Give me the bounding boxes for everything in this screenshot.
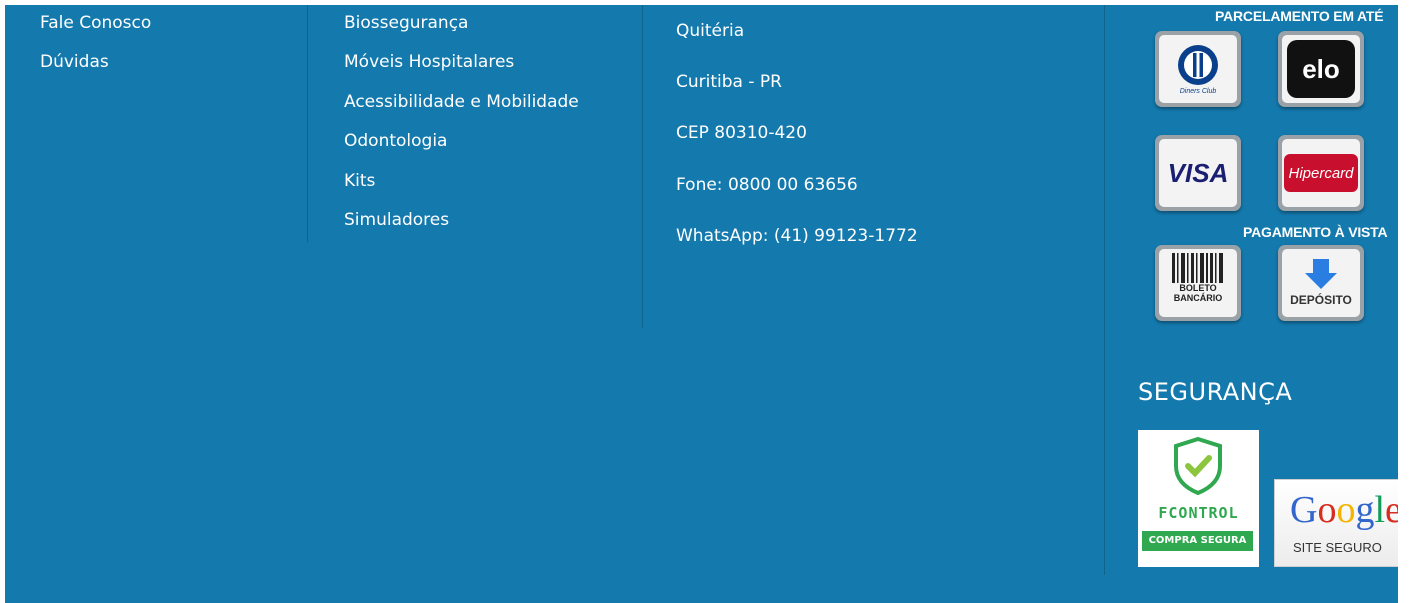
installments-label: PARCELAMENTO EM ATÉ	[1215, 8, 1384, 24]
contact-whatsapp: WhatsApp: (41) 99123-1772	[676, 226, 918, 246]
site-footer: Fale Conosco Dúvidas Biossegurança Móvei…	[5, 5, 1398, 603]
diners-club-icon	[1178, 44, 1218, 85]
address-cep: CEP 80310-420	[676, 123, 807, 143]
footer-link-fale-conosco[interactable]: Fale Conosco	[40, 13, 151, 33]
elo-label: elo	[1302, 53, 1340, 84]
cash-payment-label: PAGAMENTO À VISTA	[1243, 224, 1388, 240]
barcode-icon	[1172, 253, 1223, 283]
address-city: Curitiba - PR	[676, 72, 782, 92]
boleto-label: BOLETO	[1179, 283, 1217, 293]
google-brand: Google	[1290, 489, 1398, 531]
google-sub: SITE SEGURO	[1293, 540, 1382, 555]
elo-card: elo	[1278, 31, 1364, 107]
security-title: SEGURANÇA	[1138, 378, 1293, 406]
footer-link-moveis-hospitalares[interactable]: Móveis Hospitalares	[344, 52, 514, 72]
hipercard-label: Hipercard	[1288, 164, 1354, 182]
contact-phone: Fone: 0800 00 63656	[676, 175, 858, 195]
deposito-label: DEPÓSITO	[1290, 293, 1352, 307]
column-divider	[307, 5, 308, 242]
bancario-label: BANCÁRIO	[1173, 293, 1223, 303]
fcontrol-seal[interactable]: FCONTROL COMPRA SEGURA	[1138, 430, 1259, 567]
google-logo: Google	[1290, 488, 1398, 532]
column-divider	[1104, 5, 1105, 575]
footer-link-kits[interactable]: Kits	[344, 171, 375, 191]
footer-link-duvidas[interactable]: Dúvidas	[40, 52, 109, 72]
hipercard-card: Hipercard	[1278, 135, 1364, 211]
address-line: Quitéria	[676, 21, 745, 41]
google-safe-site-seal[interactable]: Google SITE SEGURO	[1274, 479, 1398, 567]
column-divider	[642, 5, 643, 328]
diners-club-label: Diners Club	[1179, 87, 1217, 95]
diners-club-card: Diners Club	[1155, 31, 1241, 107]
visa-label: VISA	[1167, 157, 1229, 188]
shield-check-icon	[1174, 436, 1222, 496]
footer-link-acessibilidade[interactable]: Acessibilidade e Mobilidade	[344, 92, 579, 112]
download-arrow-icon	[1305, 259, 1337, 289]
boleto-card: BOLETO BANCÁRIO	[1155, 245, 1241, 321]
fcontrol-brand: FCONTROL	[1158, 504, 1239, 522]
deposito-card: DEPÓSITO	[1278, 245, 1364, 321]
visa-card: VISA	[1155, 135, 1241, 211]
fcontrol-sub: COMPRA SEGURA	[1142, 531, 1253, 551]
footer-link-odontologia[interactable]: Odontologia	[344, 131, 447, 151]
footer-link-biosseguranca[interactable]: Biossegurança	[344, 13, 468, 33]
footer-link-simuladores[interactable]: Simuladores	[344, 210, 449, 230]
